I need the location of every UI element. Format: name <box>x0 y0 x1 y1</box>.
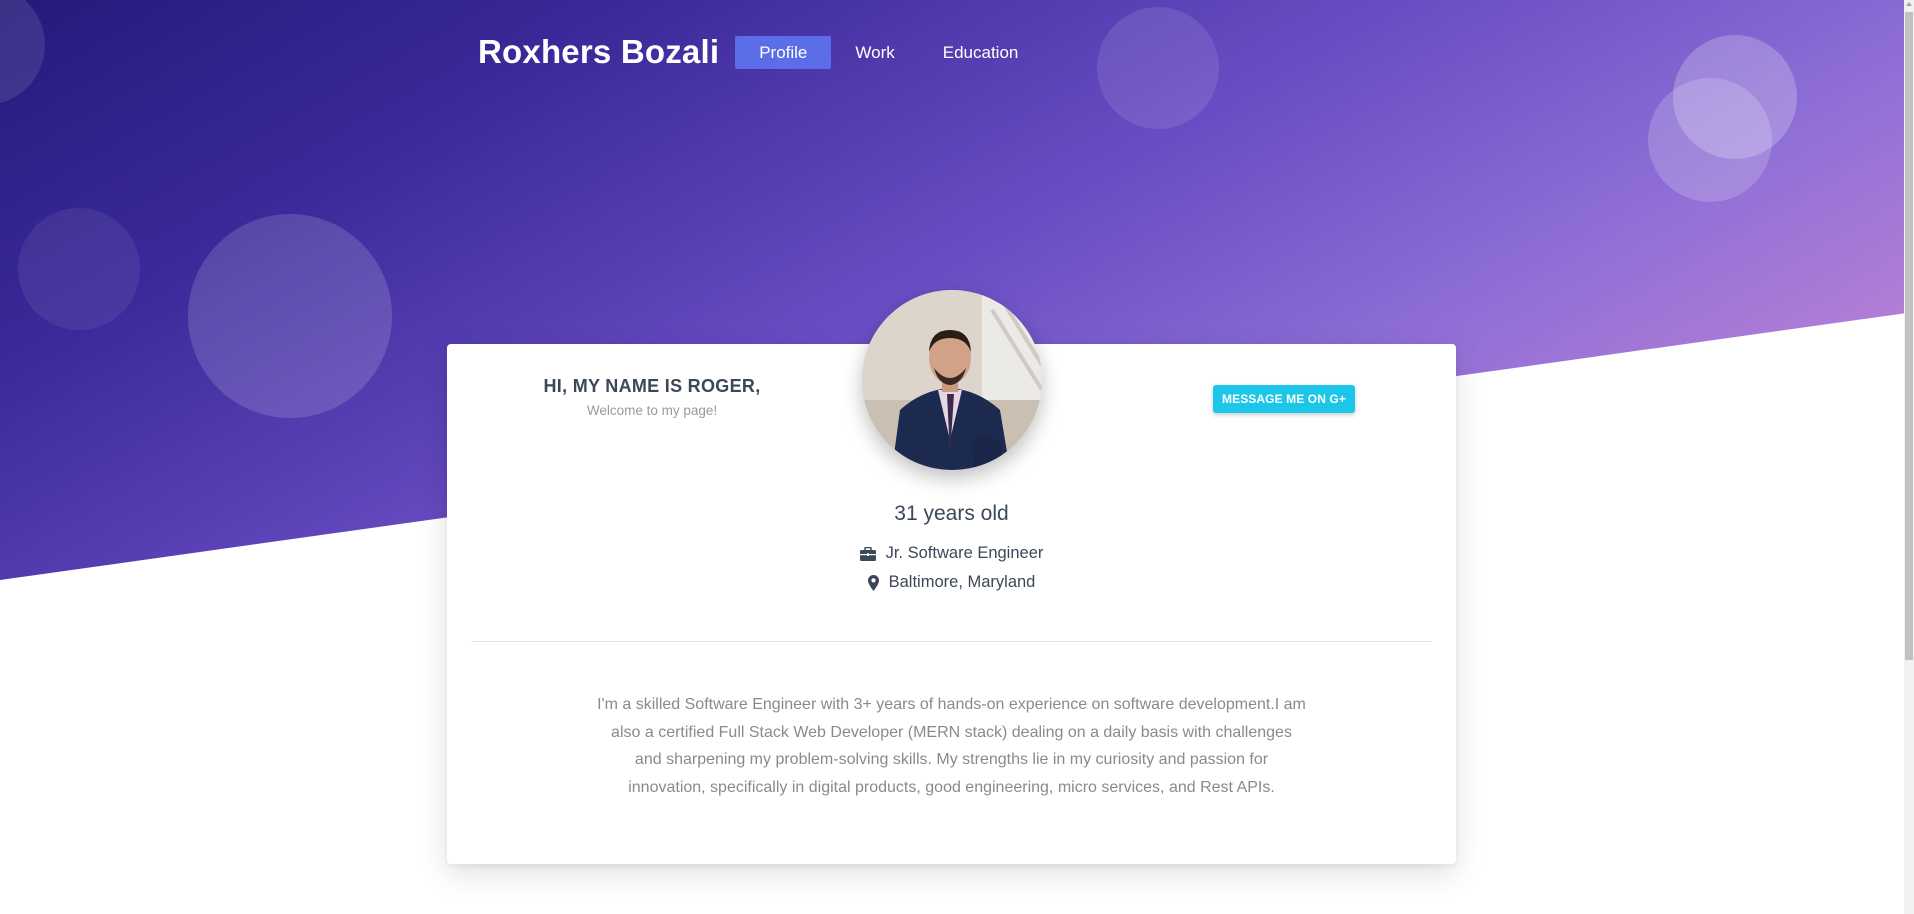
divider <box>471 641 1432 642</box>
age-text: 31 years old <box>894 502 1009 525</box>
nav-link-profile[interactable]: Profile <box>735 35 832 69</box>
message-button-label: MESSAGE ME ON G+ <box>1222 392 1346 406</box>
greeting-title: HI, MY NAME IS ROGER, <box>543 376 761 396</box>
location-row: Baltimore, Maryland <box>447 573 1456 592</box>
bio-text: I'm a skilled Software Engineer with 3+ … <box>597 696 1306 796</box>
job-title-row: Jr. Software Engineer <box>447 544 1456 563</box>
nav-link-education[interactable]: Education <box>919 36 1043 69</box>
avatar <box>862 290 1042 470</box>
location-text: Baltimore, Maryland <box>888 573 1036 591</box>
greeting-block: HI, MY NAME IS ROGER, Welcome to my page… <box>527 376 777 418</box>
scrollbar-thumb[interactable] <box>1905 12 1913 660</box>
message-google-plus-button[interactable]: MESSAGE ME ON G+ <box>1213 385 1355 413</box>
decor-circle <box>1097 7 1219 129</box>
top-nav: Roxhers Bozali Profile Work Education <box>478 30 1042 74</box>
briefcase-icon <box>859 546 876 561</box>
scrollbar[interactable] <box>1904 0 1914 914</box>
map-pin-icon <box>867 574 879 591</box>
decor-circle <box>0 0 45 105</box>
greeting-subtitle: Welcome to my page! <box>586 403 718 418</box>
scroll-up-arrow-icon[interactable] <box>1906 2 1912 6</box>
job-title-text: Jr. Software Engineer <box>885 544 1044 562</box>
decor-circle <box>1648 78 1772 202</box>
brand-name[interactable]: Roxhers Bozali <box>478 33 719 71</box>
decor-circle <box>18 208 140 330</box>
decor-circle <box>188 214 392 418</box>
nav-link-work[interactable]: Work <box>831 36 918 69</box>
